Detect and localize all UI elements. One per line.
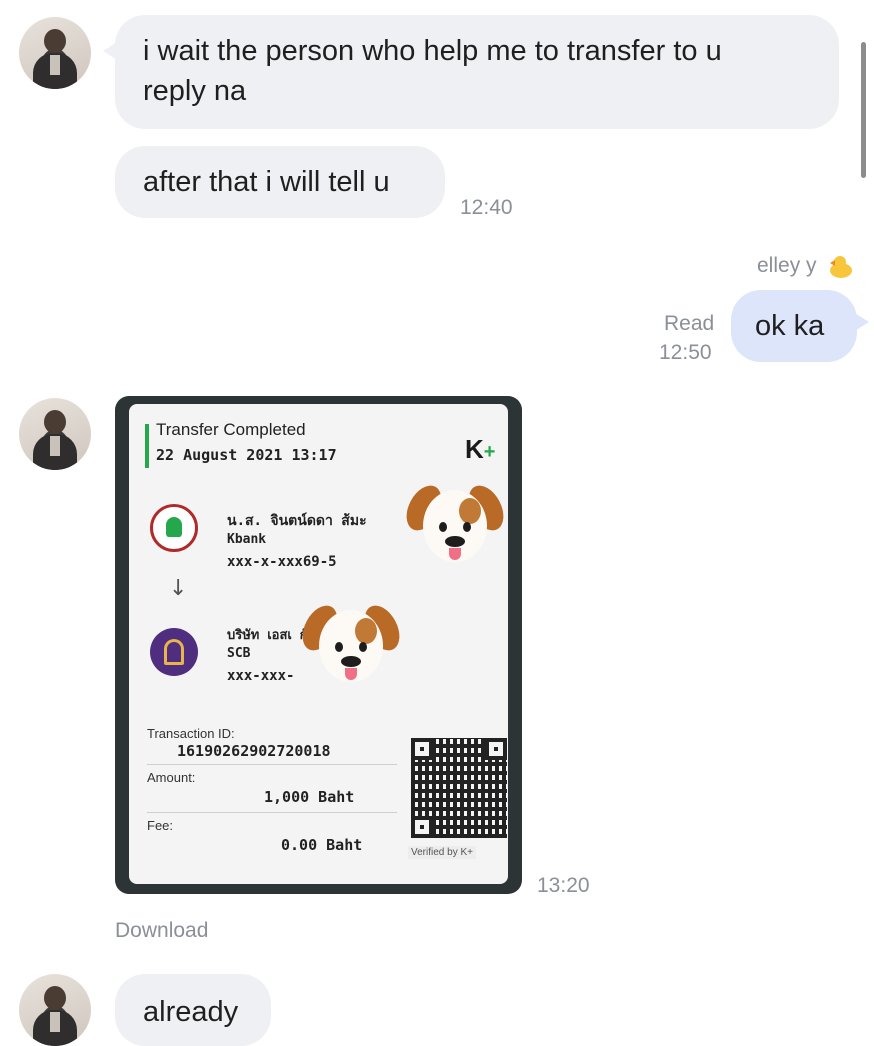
receiver-bank: SCB (227, 646, 251, 661)
kbank-logo-icon (150, 504, 198, 552)
message-bubble-incoming[interactable]: after that i will tell u (115, 146, 445, 218)
read-status: Read (664, 312, 715, 335)
sender-name: elley y (757, 254, 817, 277)
amount-value: 1,000 Baht (264, 788, 355, 806)
slip-date: 22 August 2021 13:17 (156, 446, 337, 464)
sender-account-name: น.ส. จินตน์ดดา ส้มะ (227, 513, 367, 529)
slip-accent-bar (145, 424, 149, 468)
fee-label: Fee: (147, 818, 174, 833)
avatar-shirt (50, 1012, 60, 1032)
message-text-line: reply na (143, 75, 247, 107)
avatar-shirt (50, 436, 60, 456)
arrow-down-icon: ↓ (169, 576, 188, 601)
contact-avatar[interactable] (19, 398, 91, 470)
transaction-id-label: Transaction ID: (147, 726, 235, 741)
kplus-logo: K+ (465, 434, 496, 464)
puppy-emoji-icon (295, 599, 407, 692)
message-bubble-incoming[interactable]: i wait the person who help me to transfe… (103, 15, 839, 129)
message-text: after that i will tell u (143, 166, 390, 198)
avatar-head (44, 410, 66, 434)
sender-account-number: xxx-x-xxx69-5 (227, 554, 337, 570)
fee-value: 0.00 Baht (281, 836, 363, 854)
message-text: ok ka (755, 310, 825, 342)
sender-bank: Kbank (227, 532, 267, 547)
qr-code-icon (411, 738, 507, 838)
divider (147, 764, 397, 765)
divider (147, 812, 397, 813)
scb-logo-icon (150, 628, 198, 676)
receiver-account-number: xxx-xxx- (227, 668, 295, 684)
chick-icon (827, 254, 853, 280)
contact-avatar[interactable] (19, 17, 91, 89)
verified-label: Verified by K+ (408, 846, 476, 859)
message-timestamp: 12:50 (659, 341, 712, 364)
message-bubble-incoming[interactable]: already (115, 974, 271, 1046)
avatar-shirt (50, 55, 60, 75)
message-bubble-outgoing[interactable]: ok ka (731, 290, 869, 362)
scrollbar[interactable] (861, 42, 866, 178)
message-timestamp: 13:20 (537, 874, 590, 897)
message-text: already (143, 996, 239, 1028)
avatar-head (44, 986, 66, 1010)
avatar-head (44, 29, 66, 53)
amount-label: Amount: (147, 770, 196, 785)
download-link[interactable]: Download (115, 919, 208, 943)
contact-avatar[interactable] (19, 974, 91, 1046)
message-text-line: i wait the person who help me to transfe… (143, 35, 722, 67)
transaction-id-value: 16190262902720018 (177, 742, 331, 760)
puppy-emoji-icon (399, 479, 511, 572)
slip-title: Transfer Completed (156, 420, 306, 439)
transfer-slip-image[interactable]: Transfer Completed 22 August 2021 13:17 … (115, 396, 522, 894)
message-timestamp: 12:40 (460, 196, 513, 219)
